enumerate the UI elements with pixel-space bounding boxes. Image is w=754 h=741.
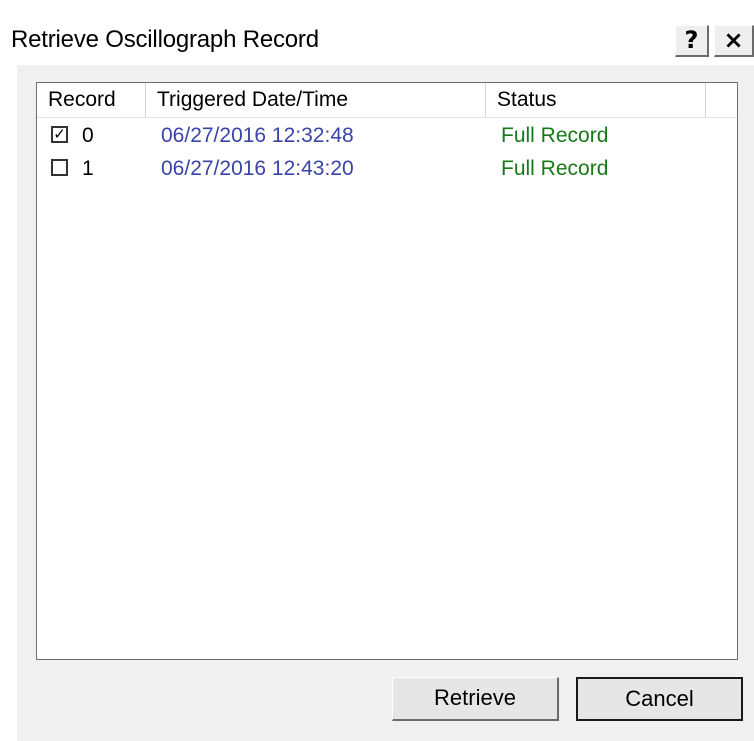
column-header-status[interactable]: Status bbox=[486, 83, 706, 117]
record-checkbox[interactable]: ✓ bbox=[51, 126, 68, 143]
list-row[interactable]: 1 06/27/2016 12:43:20 Full Record bbox=[37, 153, 737, 186]
retrieve-oscillograph-dialog: Retrieve Oscillograph Record ? × Record … bbox=[0, 0, 754, 741]
list-row[interactable]: ✓ 0 06/27/2016 12:32:48 Full Record bbox=[37, 120, 737, 153]
list-header: Record Triggered Date/Time Status bbox=[37, 83, 737, 118]
column-header-triggered-datetime[interactable]: Triggered Date/Time bbox=[146, 83, 486, 117]
triggered-datetime: 06/27/2016 12:32:48 bbox=[161, 124, 354, 147]
record-number: 0 bbox=[82, 124, 94, 147]
record-status: Full Record bbox=[501, 124, 609, 147]
window-title: Retrieve Oscillograph Record bbox=[11, 26, 319, 53]
records-list[interactable]: Record Triggered Date/Time Status ✓ 0 06… bbox=[36, 82, 738, 660]
column-header-record[interactable]: Record bbox=[37, 83, 146, 117]
title-bar[interactable]: Retrieve Oscillograph Record ? × bbox=[0, 12, 754, 64]
help-button[interactable]: ? bbox=[675, 25, 709, 57]
record-status: Full Record bbox=[501, 157, 609, 180]
triggered-datetime: 06/27/2016 12:43:20 bbox=[161, 157, 354, 180]
cancel-button[interactable]: Cancel bbox=[576, 677, 743, 721]
record-checkbox[interactable] bbox=[51, 159, 68, 176]
record-number: 1 bbox=[82, 157, 94, 180]
close-button[interactable]: × bbox=[714, 25, 754, 57]
column-header-filler bbox=[706, 83, 737, 117]
retrieve-button[interactable]: Retrieve bbox=[392, 677, 559, 721]
